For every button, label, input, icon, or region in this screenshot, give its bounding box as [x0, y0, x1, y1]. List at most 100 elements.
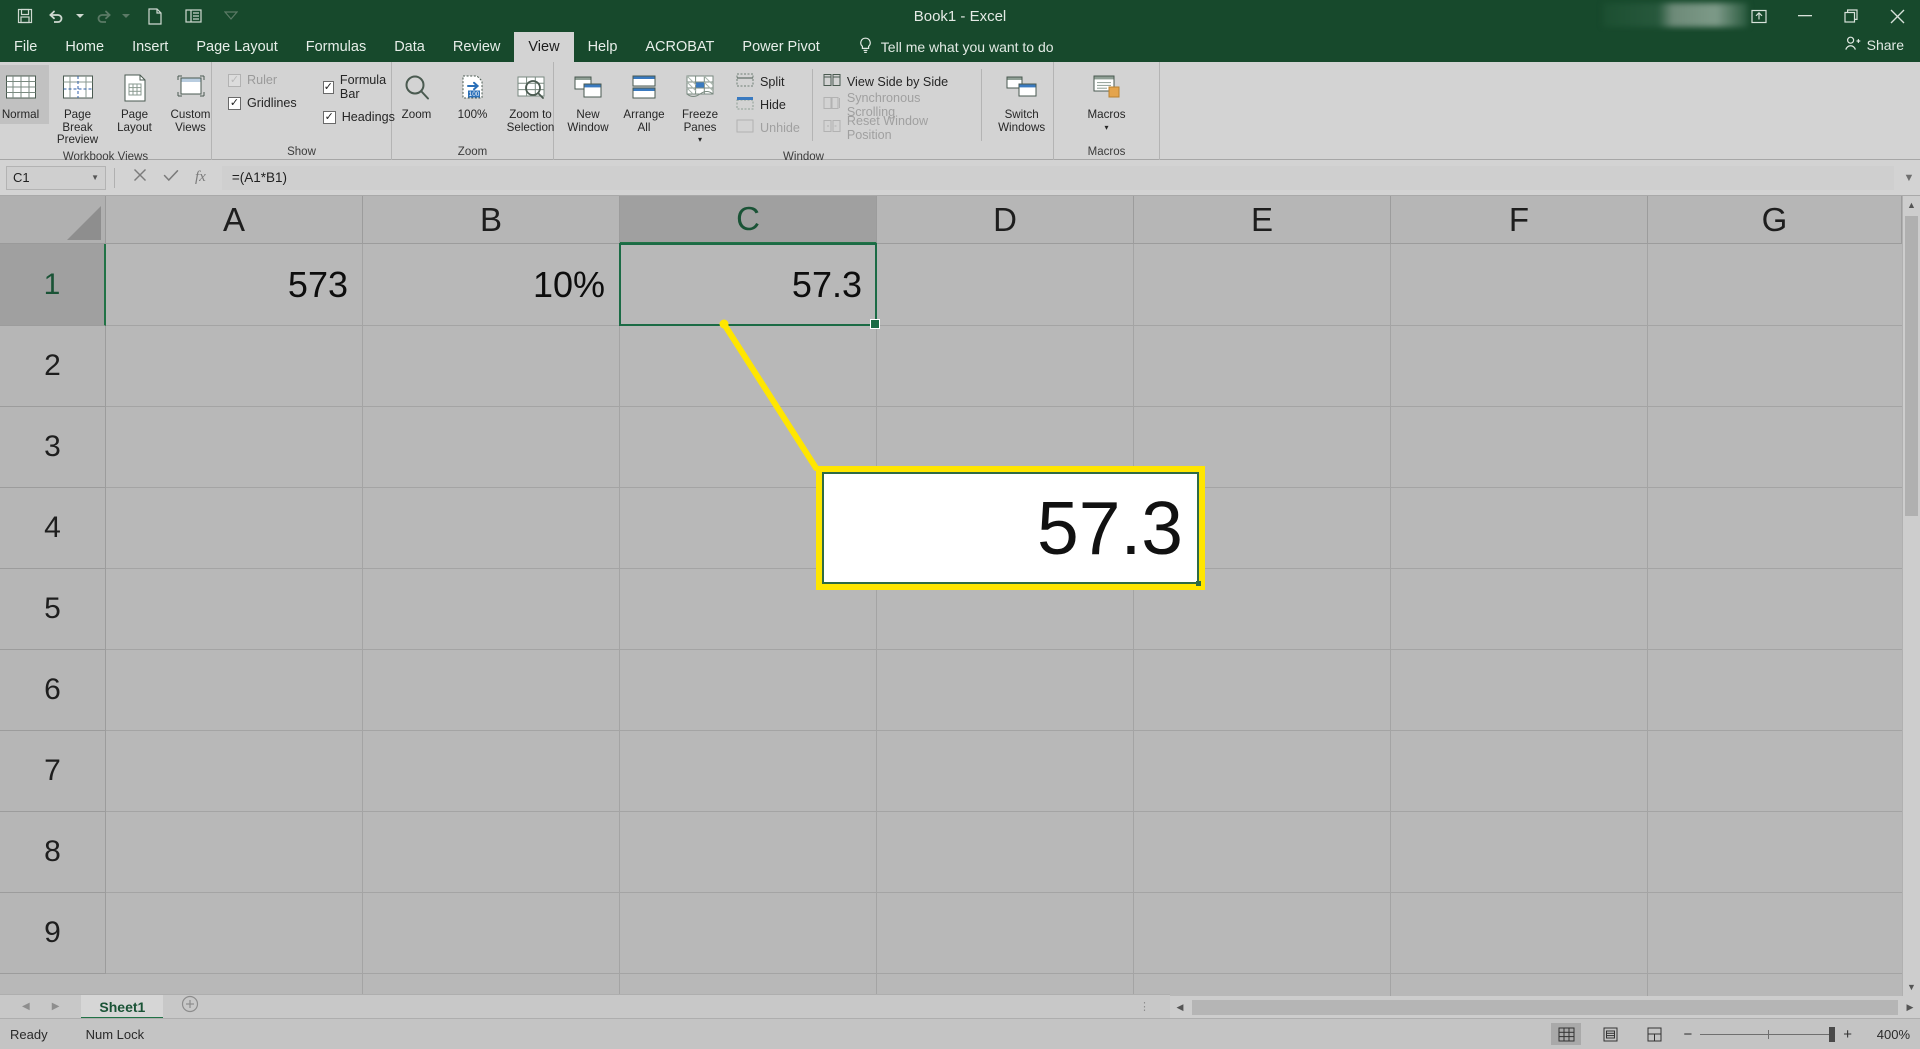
horizontal-scroll-thumb[interactable]	[1192, 999, 1898, 1015]
restore-icon[interactable]	[1828, 0, 1874, 32]
window-controls	[1736, 0, 1920, 32]
column-header-d[interactable]: D	[877, 196, 1134, 244]
switch-windows-button[interactable]: Switch Windows	[990, 65, 1053, 136]
zoom-in-icon[interactable]: +	[1843, 1026, 1852, 1043]
new-file-icon[interactable]	[140, 3, 170, 29]
tab-power-pivot[interactable]: Power Pivot	[728, 32, 833, 62]
sheet-tab-sheet1[interactable]: Sheet1	[81, 994, 164, 1019]
column-header-c[interactable]: C	[620, 196, 877, 244]
reset-window-position-button[interactable]: Reset Window Position	[823, 114, 967, 142]
tab-view[interactable]: View	[514, 32, 574, 62]
column-header-g[interactable]: G	[1648, 196, 1902, 244]
hide-button[interactable]: Hide	[736, 95, 800, 114]
row-header-4[interactable]: 4	[0, 488, 106, 569]
zoom-slider[interactable]: − +	[1683, 1026, 1852, 1043]
next-sheet-icon[interactable]: ▶	[52, 1001, 60, 1012]
page-layout-button[interactable]: Page Layout	[107, 65, 163, 136]
tab-review[interactable]: Review	[439, 32, 515, 62]
expand-formula-bar-icon[interactable]: ▼	[1898, 172, 1920, 184]
sheet-tab-splitter[interactable]: ⋮	[1139, 1000, 1152, 1013]
tab-data[interactable]: Data	[380, 32, 439, 62]
zoom-out-icon[interactable]: −	[1683, 1026, 1692, 1043]
row-header-9[interactable]: 9	[0, 893, 106, 974]
tab-help[interactable]: Help	[574, 32, 632, 62]
redo-icon[interactable]	[88, 3, 118, 29]
minimize-icon[interactable]	[1782, 0, 1828, 32]
close-icon[interactable]	[1874, 0, 1920, 32]
row-header-3[interactable]: 3	[0, 407, 106, 488]
row-header-7[interactable]: 7	[0, 731, 106, 812]
macros-button[interactable]: Macros ▾	[1076, 65, 1138, 136]
save-icon[interactable]	[10, 3, 40, 29]
tab-acrobat[interactable]: ACROBAT	[631, 32, 728, 62]
cell-area[interactable]: 573 10% 57.3	[106, 243, 1920, 996]
chevron-down-icon[interactable]: ▾	[1104, 122, 1108, 135]
scroll-up-icon[interactable]: ▲	[1903, 196, 1920, 214]
row-header-2[interactable]: 2	[0, 326, 106, 407]
redo-dropdown-icon[interactable]	[120, 3, 132, 29]
horizontal-scrollbar[interactable]: ◀ ▶	[1170, 996, 1920, 1018]
formula-input[interactable]: =(A1*B1)	[221, 165, 1894, 190]
tab-insert[interactable]: Insert	[118, 32, 182, 62]
gridlines-checkbox[interactable]: ✓ Gridlines	[228, 96, 297, 110]
page-break-preview-status-button[interactable]	[1639, 1023, 1669, 1045]
normal-view-button[interactable]: Normal	[0, 65, 49, 124]
new-window-button[interactable]: New Window	[560, 65, 616, 136]
enter-formula-icon[interactable]	[163, 169, 179, 187]
scroll-left-icon[interactable]: ◀	[1170, 1002, 1190, 1013]
formula-bar-divider	[114, 167, 115, 188]
cell-b1[interactable]: 10%	[363, 244, 619, 325]
unhide-button[interactable]: Unhide	[736, 118, 800, 137]
view-side-by-side-button[interactable]: View Side by Side	[823, 72, 967, 91]
arrange-all-button[interactable]: Arrange All	[616, 65, 672, 136]
split-button[interactable]: Split	[736, 72, 800, 91]
row-header-5[interactable]: 5	[0, 569, 106, 650]
customize-qat-icon[interactable]	[216, 3, 246, 29]
freeze-panes-button[interactable]: Freeze Panes ▾	[672, 65, 728, 149]
tell-me-search[interactable]: Tell me what you want to do	[858, 32, 1054, 62]
synchronous-scrolling-button[interactable]: Synchronous Scrolling	[823, 91, 967, 119]
normal-view-status-button[interactable]	[1551, 1023, 1582, 1045]
cancel-formula-icon[interactable]	[133, 168, 147, 187]
column-header-f[interactable]: F	[1391, 196, 1648, 244]
name-box[interactable]: C1 ▼	[6, 165, 106, 190]
cell-a1[interactable]: 573	[106, 244, 362, 325]
cell-c1[interactable]: 57.3	[620, 244, 876, 325]
zoom-to-selection-button[interactable]: Zoom to Selection	[501, 65, 561, 136]
touch-mode-icon[interactable]	[178, 3, 208, 29]
page-layout-view-status-button[interactable]	[1595, 1023, 1625, 1045]
row-header-8[interactable]: 8	[0, 812, 106, 893]
column-header-a[interactable]: A	[106, 196, 363, 244]
page-break-preview-button[interactable]: Page Break Preview	[49, 65, 107, 149]
vertical-scrollbar[interactable]: ▲ ▼	[1902, 196, 1920, 996]
ruler-checkbox[interactable]: ✓ Ruler	[228, 73, 297, 87]
undo-dropdown-icon[interactable]	[74, 3, 86, 29]
tab-file[interactable]: File	[0, 32, 51, 62]
column-header-b[interactable]: B	[363, 196, 620, 244]
gridline-vertical	[1133, 244, 1134, 996]
ribbon-display-options-icon[interactable]	[1736, 0, 1782, 32]
share-button[interactable]: Share	[1844, 36, 1904, 54]
column-header-e[interactable]: E	[1134, 196, 1391, 244]
custom-views-button[interactable]: Custom Views	[163, 65, 219, 136]
chevron-down-icon[interactable]: ▾	[698, 134, 702, 147]
zoom-level-label[interactable]: 400%	[1866, 1027, 1910, 1042]
scroll-right-icon[interactable]: ▶	[1900, 1002, 1920, 1013]
undo-icon[interactable]	[42, 3, 72, 29]
row-header-6[interactable]: 6	[0, 650, 106, 731]
insert-function-icon[interactable]: fx	[195, 169, 206, 186]
tab-page-layout[interactable]: Page Layout	[182, 32, 291, 62]
previous-sheet-icon[interactable]: ◀	[22, 1001, 30, 1012]
zoom-slider-track[interactable]	[1700, 1026, 1836, 1042]
scroll-down-icon[interactable]: ▼	[1903, 978, 1920, 996]
add-sheet-icon[interactable]	[181, 995, 199, 1018]
chevron-down-icon[interactable]: ▼	[91, 173, 99, 182]
row-header-1[interactable]: 1	[0, 244, 106, 326]
select-all-corner[interactable]	[0, 196, 106, 244]
zoom-100-button[interactable]: 100 100%	[445, 65, 501, 124]
tab-formulas[interactable]: Formulas	[292, 32, 380, 62]
zoom-button[interactable]: Zoom	[389, 65, 445, 124]
tab-home[interactable]: Home	[51, 32, 118, 62]
vertical-scroll-thumb[interactable]	[1905, 216, 1918, 516]
zoom-slider-knob[interactable]	[1829, 1026, 1836, 1042]
